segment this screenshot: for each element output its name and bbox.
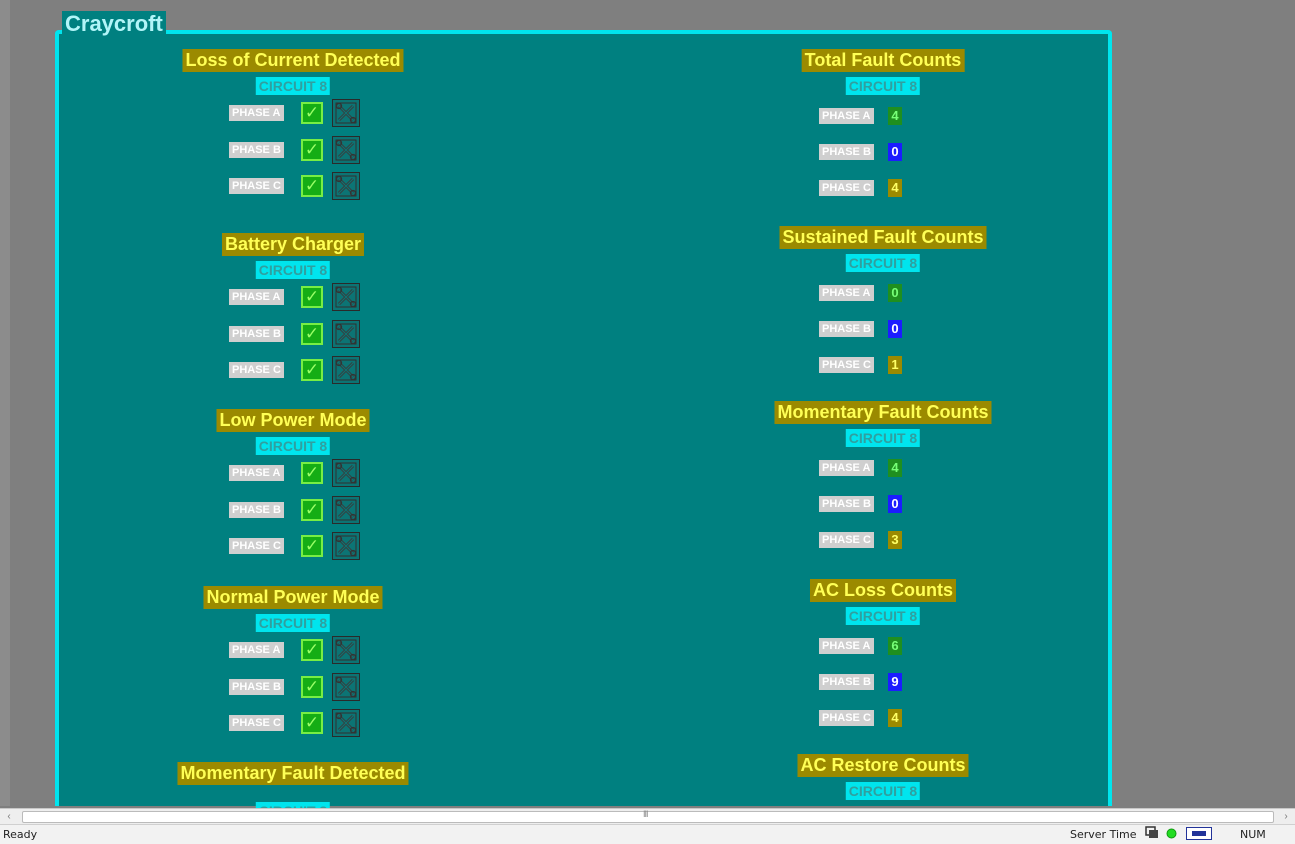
count-value: 0 [888, 495, 902, 513]
count-value: 4 [888, 709, 902, 727]
circuit-label: CIRCUIT 8 [845, 77, 921, 95]
scroll-left-arrow-icon[interactable]: ‹ [2, 810, 16, 823]
count-value: 0 [888, 143, 902, 161]
section-title: AC Restore Counts [797, 754, 969, 777]
section-title: Momentary Fault Detected [177, 762, 409, 785]
phase-label: PHASE B [819, 144, 874, 160]
circuit-label: CIRCUIT 8 [845, 782, 921, 800]
count-value: 1 [888, 356, 902, 374]
connection-status-icon [1166, 828, 1177, 842]
ok-check-icon[interactable]: ✓ [301, 286, 323, 308]
ok-check-icon[interactable]: ✓ [301, 676, 323, 698]
fault-wrench-icon[interactable] [332, 320, 360, 348]
count-value: 4 [888, 179, 902, 197]
circuit-label: CIRCUIT 8 [845, 429, 921, 447]
count-value: 3 [888, 531, 902, 549]
scrollbar-grip-icon: III [643, 809, 648, 819]
phase-label: PHASE B [229, 326, 284, 342]
phase-label: PHASE A [229, 642, 284, 658]
window-left-edge [0, 0, 10, 806]
count-value: 6 [888, 637, 902, 655]
ok-check-icon[interactable]: ✓ [301, 102, 323, 124]
count-value: 4 [888, 459, 902, 477]
fault-wrench-icon[interactable] [332, 709, 360, 737]
circuit-label: CIRCUIT 8 [845, 254, 921, 272]
fault-wrench-icon[interactable] [332, 532, 360, 560]
phase-label: PHASE A [819, 460, 874, 476]
num-lock-indicator: NUM [1240, 828, 1266, 841]
status-bar: Ready Server Time NUM [0, 824, 1295, 844]
section-title: Loss of Current Detected [182, 49, 404, 72]
count-value: 0 [888, 320, 902, 338]
keyboard-indicator-icon [1186, 827, 1212, 843]
section-title: Low Power Mode [216, 409, 370, 432]
ok-check-icon[interactable]: ✓ [301, 535, 323, 557]
fault-wrench-icon[interactable] [332, 283, 360, 311]
phase-label: PHASE C [229, 715, 284, 731]
phase-label: PHASE A [819, 108, 874, 124]
count-value: 4 [888, 107, 902, 125]
phase-label: PHASE C [819, 710, 874, 726]
ok-check-icon[interactable]: ✓ [301, 639, 323, 661]
circuit-label: CIRCUIT 8 [255, 77, 331, 95]
phase-label: PHASE C [819, 532, 874, 548]
fault-wrench-icon[interactable] [332, 172, 360, 200]
ok-check-icon[interactable]: ✓ [301, 175, 323, 197]
count-value: 9 [888, 673, 902, 691]
server-time-label: Server Time [1070, 828, 1137, 841]
ok-check-icon[interactable]: ✓ [301, 323, 323, 345]
network-icon [1145, 826, 1159, 843]
circuit-label: CIRCUIT 8 [255, 614, 331, 632]
phase-label: PHASE B [229, 679, 284, 695]
section-title: AC Loss Counts [809, 579, 957, 602]
phase-label: PHASE B [229, 142, 284, 158]
panel-title: Craycroft [62, 11, 166, 37]
phase-label: PHASE A [229, 465, 284, 481]
fault-wrench-icon[interactable] [332, 136, 360, 164]
ok-check-icon[interactable]: ✓ [301, 712, 323, 734]
ok-check-icon[interactable]: ✓ [301, 462, 323, 484]
scrollbar-thumb[interactable]: III [22, 809, 1274, 823]
circuit-label: CIRCUIT 8 [845, 607, 921, 625]
phase-label: PHASE C [819, 180, 874, 196]
ok-check-icon[interactable]: ✓ [301, 359, 323, 381]
fault-wrench-icon[interactable] [332, 673, 360, 701]
phase-label: PHASE A [819, 638, 874, 654]
phase-label: PHASE B [229, 502, 284, 518]
section-title: Normal Power Mode [203, 586, 383, 609]
ok-check-icon[interactable]: ✓ [301, 499, 323, 521]
phase-label: PHASE A [819, 285, 874, 301]
count-value: 0 [888, 284, 902, 302]
section-title: Sustained Fault Counts [779, 226, 987, 249]
fault-wrench-icon[interactable] [332, 99, 360, 127]
horizontal-scrollbar[interactable]: ‹ III › [0, 808, 1295, 824]
circuit-label: CIRCUIT 8 [255, 437, 331, 455]
phase-label: PHASE B [819, 496, 874, 512]
fault-wrench-icon[interactable] [332, 459, 360, 487]
phase-label: PHASE B [819, 321, 874, 337]
section-title: Total Fault Counts [801, 49, 965, 72]
fault-wrench-icon[interactable] [332, 356, 360, 384]
fault-wrench-icon[interactable] [332, 496, 360, 524]
section-title: Battery Charger [221, 233, 365, 256]
phase-label: PHASE C [819, 357, 874, 373]
phase-label: PHASE A [229, 105, 284, 121]
status-ready-text: Ready [3, 828, 38, 841]
phase-label: PHASE B [819, 674, 874, 690]
phase-label: PHASE A [229, 289, 284, 305]
phase-label: PHASE C [229, 362, 284, 378]
circuit-label: CIRCUIT 8 [255, 261, 331, 279]
section-title: Momentary Fault Counts [774, 401, 992, 424]
ok-check-icon[interactable]: ✓ [301, 139, 323, 161]
phase-label: PHASE C [229, 538, 284, 554]
scroll-right-arrow-icon[interactable]: › [1279, 810, 1293, 823]
phase-label: PHASE C [229, 178, 284, 194]
fault-wrench-icon[interactable] [332, 636, 360, 664]
